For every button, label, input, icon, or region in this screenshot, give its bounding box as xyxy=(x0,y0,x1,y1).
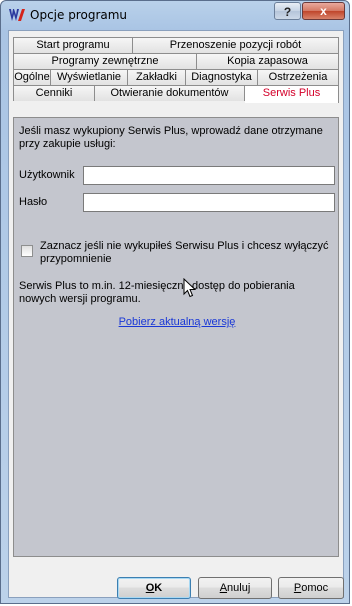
serwis-plus-panel: Jeśli masz wykupiony Serwis Plus, wprowa… xyxy=(13,117,339,557)
tab-zakladki[interactable]: Zakładki xyxy=(128,69,186,85)
mouse-cursor-icon xyxy=(183,278,197,298)
close-icon: x xyxy=(320,4,327,18)
tab-start-programu[interactable]: Start programu xyxy=(13,37,133,53)
download-link[interactable]: Pobierz aktualną wersję xyxy=(14,316,340,328)
password-label: Hasło xyxy=(19,196,48,208)
help-icon: ? xyxy=(283,5,292,19)
user-input[interactable] xyxy=(83,166,335,185)
user-label: Użytkownik xyxy=(19,169,75,181)
tab-row-2: Programy zewnętrzne Kopia zapasowa xyxy=(13,53,339,69)
app-logo-icon xyxy=(9,9,25,21)
tab-serwis-plus[interactable]: Serwis Plus xyxy=(245,85,339,103)
help-button-label: omoc xyxy=(301,582,329,594)
close-button[interactable]: x xyxy=(302,2,345,20)
dialog-client-area: Start programu Przenoszenie pozycji robó… xyxy=(8,30,344,598)
help-title-button[interactable]: ? xyxy=(274,2,301,20)
help-button[interactable]: Pomoc xyxy=(278,577,344,599)
tab-diagnostyka[interactable]: Diagnostyka xyxy=(186,69,258,85)
tab-row-4: Cenniki Otwieranie dokumentów Serwis Plu… xyxy=(13,85,339,103)
dialog-window: Opcje programu ? x Start programu Przeno… xyxy=(0,0,350,604)
info-text: Serwis Plus to m.in. 12-miesięczny dostę… xyxy=(19,280,295,305)
tab-wyswietlanie[interactable]: Wyświetlanie xyxy=(51,69,128,85)
password-input[interactable] xyxy=(83,193,335,212)
title-bar[interactable]: Opcje programu ? x xyxy=(1,1,351,29)
ok-button-mnemonic: O xyxy=(145,582,155,594)
tab-ogolne[interactable]: Ogólne xyxy=(13,69,51,85)
disable-reminder-checkbox[interactable] xyxy=(21,245,33,257)
cancel-button-mnemonic: A xyxy=(219,582,228,594)
disable-reminder-label[interactable]: Zaznacz jeśli nie wykupiłeś Serwisu Plus… xyxy=(40,240,330,266)
window-title: Opcje programu xyxy=(30,8,128,22)
tab-row-1: Start programu Przenoszenie pozycji robó… xyxy=(13,37,339,53)
tab-kopia-zapasowa[interactable]: Kopia zapasowa xyxy=(197,53,339,69)
tab-programy-zewnetrzne[interactable]: Programy zewnętrzne xyxy=(13,53,197,69)
tab-row-3: Ogólne Wyświetlanie Zakładki Diagnostyka… xyxy=(13,69,339,85)
cancel-button[interactable]: Anuluj xyxy=(198,577,272,599)
tab-ostrzezenia[interactable]: Ostrzeżenia xyxy=(258,69,339,85)
ok-button[interactable]: OK xyxy=(117,577,191,599)
intro-text: Jeśli masz wykupiony Serwis Plus, wprowa… xyxy=(19,125,323,150)
ok-button-label: K xyxy=(154,582,163,594)
cancel-button-label: nuluj xyxy=(227,582,251,594)
tab-otwieranie-dokumentow[interactable]: Otwieranie dokumentów xyxy=(95,85,245,101)
tab-cenniki[interactable]: Cenniki xyxy=(13,85,95,101)
tab-przenoszenie-pozycji[interactable]: Przenoszenie pozycji robót xyxy=(133,37,339,53)
